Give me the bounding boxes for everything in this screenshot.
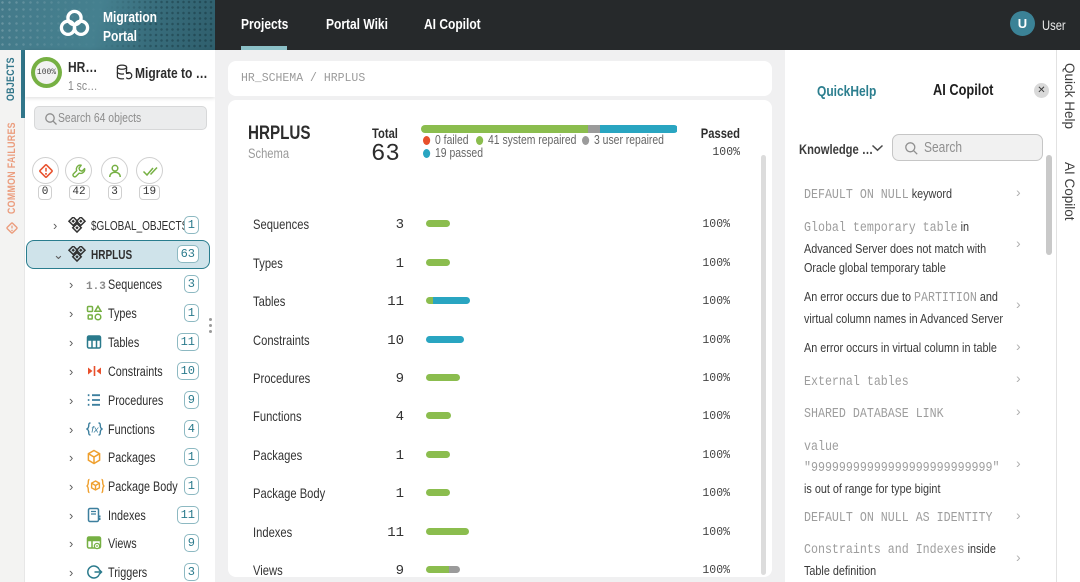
svg-text:fx: fx bbox=[91, 424, 100, 435]
